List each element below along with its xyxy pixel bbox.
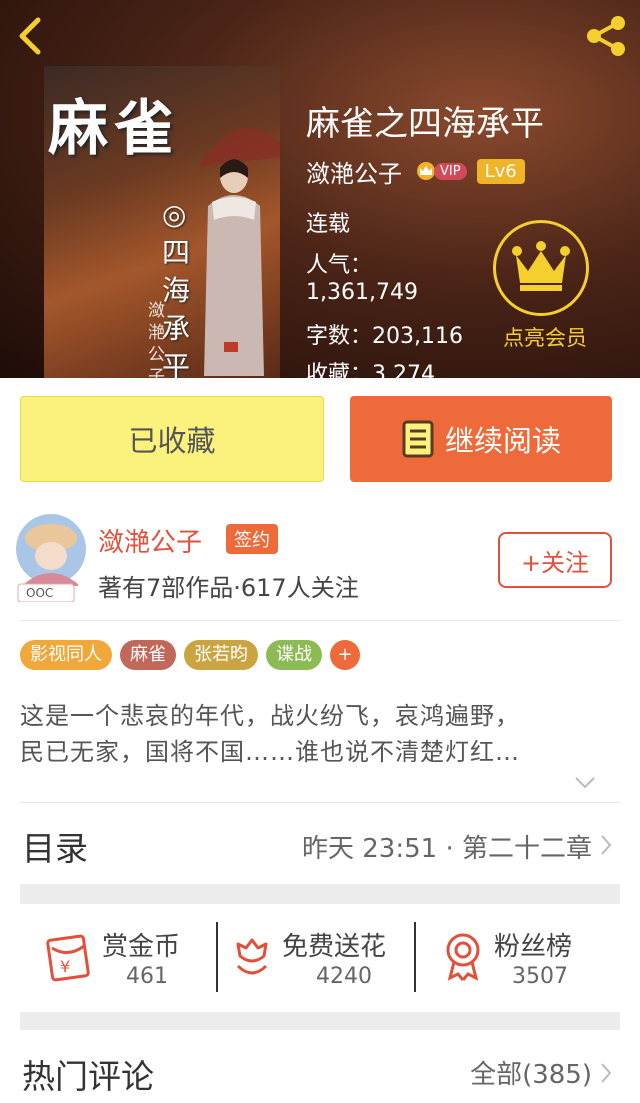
share-icon [587, 16, 625, 56]
continue-reading-button[interactable]: 继续阅读 [350, 396, 612, 482]
cover-title: 麻雀 [48, 94, 180, 164]
avatar[interactable]: OOC [14, 512, 88, 603]
flower-icon [236, 938, 268, 975]
back-button[interactable] [12, 14, 52, 58]
share-button[interactable] [582, 14, 630, 58]
vip-label: VIP [434, 162, 467, 180]
all-comments-link[interactable]: 全部(385) [470, 1054, 592, 1091]
stat-label: 赏金币 [102, 932, 181, 962]
chevron-right-icon [601, 835, 612, 855]
section-separator [20, 1012, 620, 1030]
book-header: 麻雀 ◎四海承平 潋滟公子著 麻雀之四海承平 潋滟公子 VIP Lv6 连载 人… [0, 0, 640, 378]
red-envelope-icon: ¥ [46, 934, 90, 982]
tag-chip[interactable]: 影视同人 [20, 640, 112, 670]
signed-badge: 签约 [226, 524, 278, 554]
word-count: 字数：203,116 [306, 324, 463, 349]
fans-ranking-button[interactable]: 粉丝榜 3507 [442, 920, 602, 1000]
stat-value: 461 [126, 964, 168, 989]
tag-chip[interactable]: 张若昀 [184, 640, 258, 670]
author-name[interactable]: 潋滟公子 [98, 522, 202, 559]
tag-chip[interactable]: 麻雀 [120, 640, 176, 670]
hot-comments-title: 热门评论 [22, 1057, 154, 1096]
favorited-button[interactable]: 已收藏 [20, 396, 324, 482]
vertical-divider [414, 922, 416, 992]
hot-comments-header: 热门评论 全部(385) [0, 1034, 640, 1103]
description-line: 民已无家，国将不国……谁也说不清楚灯红… [20, 738, 520, 766]
stats-row: ¥ 赏金币 461 免费送花 4240 粉丝榜 3507 [0, 906, 640, 1010]
follow-button[interactable]: +关注 [498, 532, 612, 588]
book-detail-body: 已收藏 继续阅读 OOC 潋滟公子 签约 著有7部作品·617人关注 +关注 影… [0, 378, 640, 1103]
favorite-count: 收藏：3,274 [306, 362, 435, 378]
tag-chip[interactable]: 谍战 [266, 640, 322, 670]
tag-list: 影视同人 麻雀 张若昀 谍战 + [20, 640, 360, 670]
stat-value: 3507 [512, 964, 568, 989]
chevron-right-icon [601, 1063, 612, 1083]
author-card: OOC 潋滟公子 签约 著有7部作品·617人关注 +关注 [0, 508, 640, 620]
latest-chapter-info: 昨天 23:51 · 第二十二章 [302, 834, 592, 864]
activate-membership-button[interactable]: 点亮会员 [490, 212, 600, 362]
reward-coins-button[interactable]: ¥ 赏金币 461 [44, 920, 204, 1000]
popularity-value: 1,361,749 [306, 280, 418, 305]
svg-text:¥: ¥ [60, 957, 70, 976]
book-cover[interactable]: 麻雀 ◎四海承平 潋滟公子著 [44, 66, 280, 378]
send-flowers-button[interactable]: 免费送花 4240 [232, 920, 412, 1000]
book-description[interactable]: 这是一个悲哀的年代，战火纷飞，哀鸿遍野， 民已无家，国将不国……谁也说不清楚灯红… [20, 698, 620, 770]
back-arrow-icon [19, 17, 41, 55]
continue-reading-label: 继续阅读 [444, 424, 561, 458]
book-title: 麻雀之四海承平 [306, 104, 544, 144]
level-badge: Lv6 [476, 158, 525, 184]
stat-label: 免费送花 [282, 932, 387, 962]
member-label: 点亮会员 [503, 326, 587, 350]
section-separator [20, 884, 620, 904]
medal-icon [446, 933, 480, 981]
vertical-divider [216, 922, 218, 992]
popularity-label: 人气： [306, 253, 373, 278]
description-line: 这是一个悲哀的年代，战火纷飞，哀鸿遍野， [20, 702, 520, 730]
serial-status: 连载 [306, 212, 351, 237]
cover-author: 潋滟公子著 [148, 301, 165, 378]
crown-icon [512, 241, 570, 291]
divider [20, 620, 620, 621]
author-meta: 著有7部作品·617人关注 [98, 574, 359, 602]
woman-figure-illustration [204, 159, 264, 376]
book-author-name[interactable]: 潋滟公子 [306, 154, 402, 189]
toc-label: 目录 [22, 829, 88, 868]
book-icon [402, 420, 434, 458]
divider [20, 802, 620, 803]
book-author-row: 潋滟公子 VIP Lv6 [306, 154, 525, 188]
table-of-contents-row[interactable]: 目录 昨天 23:51 · 第二十二章 [0, 804, 640, 884]
avatar-tag: OOC [26, 586, 54, 600]
chevron-down-icon[interactable] [574, 776, 596, 790]
stat-label: 粉丝榜 [494, 932, 573, 962]
add-tag-button[interactable]: + [330, 640, 360, 670]
member-crown-circle [493, 220, 589, 316]
stat-value: 4240 [316, 964, 372, 989]
vip-badge: VIP [414, 161, 467, 181]
